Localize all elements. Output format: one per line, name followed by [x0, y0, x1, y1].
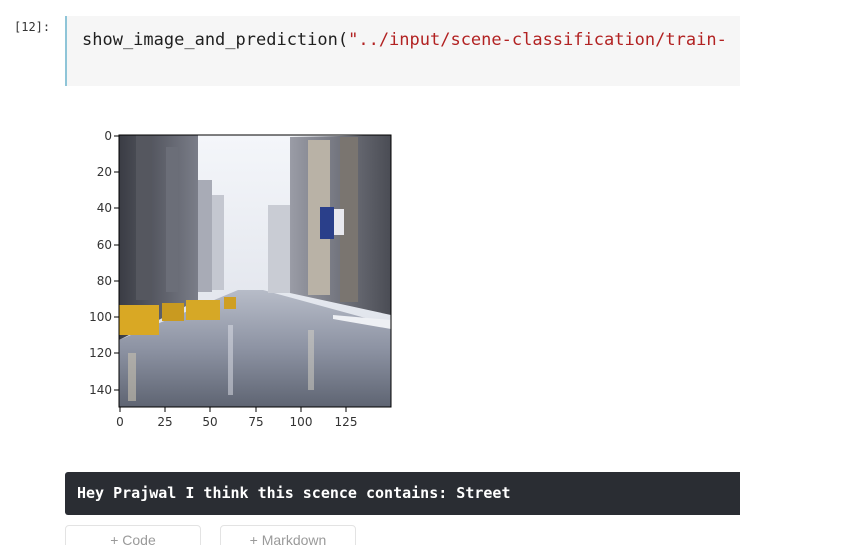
street-photo	[119, 135, 391, 407]
code-function: show_image_and_prediction(	[82, 30, 349, 50]
x-tick-label: 0	[116, 415, 124, 429]
x-tick-label: 75	[248, 415, 264, 429]
y-tick-marks	[114, 135, 119, 391]
notebook-page: [12]: show_image_and_prediction("../inpu…	[0, 0, 863, 545]
plot-canvas	[114, 134, 392, 412]
stream-output: Hey Prajwal I think this scence contains…	[65, 472, 740, 515]
y-tick-label: 120	[89, 346, 112, 360]
image-plot: 0 20 40 60 80 100 120 140 0 25 50 75 100…	[78, 125, 408, 435]
y-tick-label: 40	[96, 201, 112, 215]
code-cell[interactable]: show_image_and_prediction("../input/scen…	[65, 16, 740, 86]
y-tick-label: 60	[96, 238, 112, 252]
x-tick-marks	[119, 407, 347, 412]
x-tick-label: 25	[157, 415, 173, 429]
y-tick-label: 80	[96, 274, 112, 288]
y-tick-label: 140	[89, 383, 112, 397]
cell-prompt: [12]:	[14, 20, 51, 34]
x-tick-label: 50	[202, 415, 218, 429]
add-markdown-button[interactable]: + Markdown	[220, 525, 356, 545]
y-tick-label: 100	[89, 310, 112, 324]
y-tick-label: 0	[104, 129, 112, 143]
x-tick-label: 125	[334, 415, 358, 429]
output-text: Hey Prajwal I think this scence contains…	[77, 484, 511, 502]
add-code-button[interactable]: + Code	[65, 525, 201, 545]
code-string-literal: "../input/scene-classification/train-	[348, 30, 727, 50]
y-tick-label: 20	[96, 165, 112, 179]
x-tick-label: 100	[289, 415, 313, 429]
code-line: show_image_and_prediction("../input/scen…	[82, 30, 727, 50]
